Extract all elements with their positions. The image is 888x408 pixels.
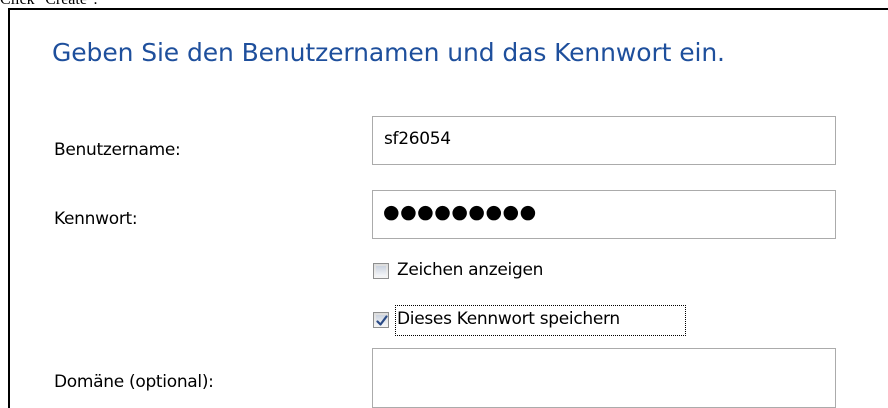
show-characters-label[interactable]: Zeichen anzeigen: [397, 260, 543, 280]
show-characters-checkbox[interactable]: [373, 263, 389, 279]
dialog-heading: Geben Sie den Benutzernamen und das Kenn…: [52, 38, 725, 67]
password-label: Kennwort:: [54, 209, 138, 229]
checkbox-inner: [376, 266, 386, 276]
username-value: sf26054: [384, 129, 451, 149]
username-field[interactable]: sf26054: [372, 116, 836, 165]
checkmark-icon: [376, 315, 388, 326]
domain-field[interactable]: [372, 348, 836, 408]
remember-password-label[interactable]: Dieses Kennwort speichern: [397, 309, 620, 329]
domain-label: Domäne (optional):: [54, 372, 214, 392]
password-masked-value: ●●●●●●●●●: [383, 201, 537, 223]
username-label: Benutzername:: [54, 140, 181, 160]
remember-password-checkbox[interactable]: [373, 312, 389, 328]
password-field[interactable]: ●●●●●●●●●: [372, 190, 836, 239]
